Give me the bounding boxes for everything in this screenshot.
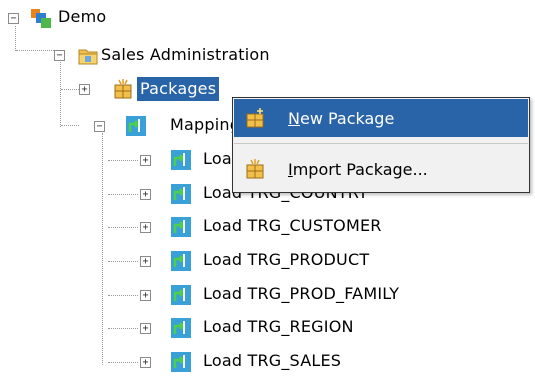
mapping-icon bbox=[171, 217, 191, 237]
menu-item-label: New Package bbox=[288, 108, 395, 128]
tree-connector bbox=[108, 194, 138, 195]
tree-node-label: Sales Administration bbox=[101, 45, 270, 64]
tree-node-label: Load TRG_PRODUCT bbox=[203, 250, 370, 269]
mapping-icon bbox=[126, 116, 146, 136]
tree-node-label: Demo bbox=[58, 7, 107, 26]
expand-toggle[interactable]: + bbox=[140, 155, 151, 166]
import-package-icon bbox=[246, 159, 264, 179]
context-menu: New Package Import Package... bbox=[232, 97, 530, 193]
tree-node-label: Load TRG_CUSTOMER bbox=[203, 216, 382, 235]
expand-toggle[interactable]: + bbox=[140, 290, 151, 301]
expand-toggle[interactable]: + bbox=[79, 84, 90, 95]
mapping-icon bbox=[171, 285, 191, 305]
collapse-toggle[interactable]: − bbox=[8, 13, 19, 24]
tree-node-mapping[interactable]: + Load TRG_PRODUCT bbox=[0, 248, 420, 274]
tree-connector bbox=[108, 227, 138, 228]
collapse-toggle[interactable]: − bbox=[94, 121, 105, 132]
expand-toggle[interactable]: + bbox=[140, 256, 151, 267]
tree-node-mapping[interactable]: + Load TRG_REGION bbox=[0, 315, 420, 341]
new-package-icon bbox=[246, 108, 264, 128]
tree-node-label: Load TRG_PROD_FAMILY bbox=[203, 284, 400, 303]
tree-node-mapping[interactable]: + Load TRG_CUSTOMER bbox=[0, 214, 420, 240]
mapping-icon bbox=[171, 251, 191, 271]
tree-node-mapping[interactable]: + Load TRG_PROD_FAMILY bbox=[0, 282, 420, 308]
tree-node-sales-administration[interactable]: − Sales Administration bbox=[0, 43, 360, 69]
tree-connector bbox=[108, 328, 138, 329]
project-icon bbox=[31, 9, 51, 28]
tree-node-label: Load TRG_REGION bbox=[203, 317, 354, 336]
tree-connector bbox=[108, 261, 138, 262]
folder-icon bbox=[78, 49, 98, 65]
mapping-icon bbox=[171, 318, 191, 338]
menu-item-import-package[interactable]: Import Package... bbox=[234, 150, 528, 188]
expand-toggle[interactable]: + bbox=[140, 189, 151, 200]
tree-node-label: Load TRG_SALES bbox=[203, 351, 342, 370]
tree-connector bbox=[108, 295, 138, 296]
expand-toggle[interactable]: + bbox=[140, 222, 151, 233]
tree-connector bbox=[108, 362, 138, 363]
tree-node-mapping[interactable]: + Load TRG_SALES bbox=[0, 349, 420, 375]
tree-node-demo[interactable]: − Demo bbox=[0, 5, 200, 31]
mapping-icon bbox=[171, 352, 191, 372]
menu-item-new-package[interactable]: New Package bbox=[234, 99, 528, 137]
menu-separator bbox=[234, 143, 528, 144]
tree-connector bbox=[108, 160, 138, 161]
tree-node-label: Packages bbox=[137, 77, 220, 101]
mapping-icon bbox=[171, 150, 191, 170]
menu-item-label: Import Package... bbox=[288, 159, 428, 179]
expand-toggle[interactable]: + bbox=[140, 357, 151, 368]
collapse-toggle[interactable]: − bbox=[54, 50, 65, 61]
package-icon bbox=[114, 79, 132, 99]
expand-toggle[interactable]: + bbox=[140, 323, 151, 334]
mapping-icon bbox=[171, 184, 191, 204]
